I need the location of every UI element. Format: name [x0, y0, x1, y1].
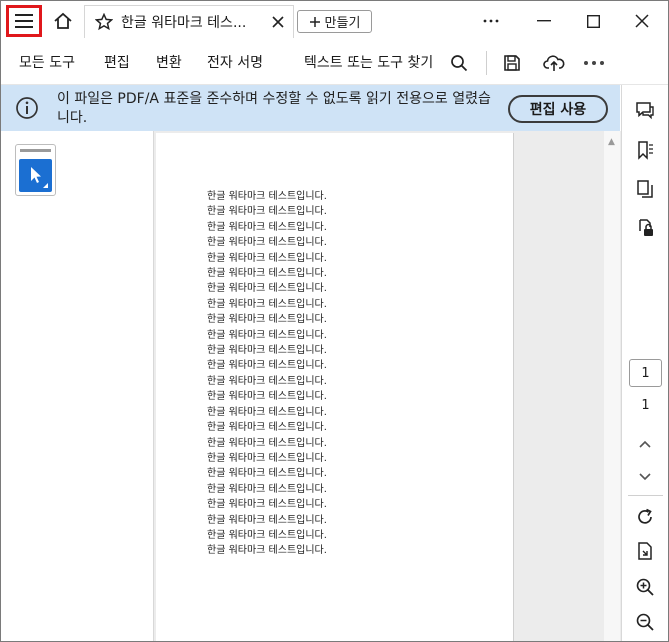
extract-icon[interactable]: [633, 539, 657, 563]
document-line: 한글 워타마크 테스트입니다.: [207, 360, 327, 372]
document-line: 한글 워타마크 테스트입니다.: [207, 191, 327, 202]
plus-icon: [309, 16, 320, 27]
comment-icon[interactable]: [633, 98, 657, 122]
rail-separator: [628, 495, 663, 496]
vertical-scrollbar[interactable]: ▲: [604, 131, 620, 641]
create-button[interactable]: 만들기: [297, 10, 372, 33]
all-tools-menu[interactable]: 모든 도구: [19, 52, 75, 72]
right-rail: 1 1: [621, 85, 668, 641]
copy-icon[interactable]: [633, 177, 657, 201]
document-line: 한글 워타마크 테스트입니다.: [207, 529, 327, 541]
info-icon: [15, 96, 39, 120]
select-tool-button[interactable]: [19, 159, 52, 192]
document-line: 한글 워타마크 테스트입니다.: [207, 437, 327, 449]
save-icon[interactable]: [500, 51, 524, 75]
create-button-label: 만들기: [324, 16, 361, 31]
close-window-button[interactable]: [617, 1, 667, 41]
cloud-upload-icon[interactable]: [542, 51, 566, 75]
document-line: 한글 워타마크 테스트입니다.: [207, 206, 327, 218]
home-button[interactable]: [46, 5, 80, 37]
maximize-button[interactable]: [568, 1, 618, 41]
tab-title: 한글 워타마크 테스...: [121, 15, 247, 31]
scroll-up-icon[interactable]: ▲: [608, 137, 615, 147]
home-icon: [54, 12, 72, 29]
minimize-button[interactable]: [519, 1, 569, 41]
main-toolbar: 모든 도구 편집 변환 전자 서명 텍스트 또는 도구 찾기: [1, 41, 668, 85]
banner-message: 이 파일은 PDF/A 표준을 준수하며 수정할 수 없도록 읽기 전용으로 열…: [57, 91, 491, 126]
zoom-in-icon[interactable]: [633, 575, 657, 599]
document-tab[interactable]: 한글 워타마크 테스...: [84, 5, 294, 38]
chevron-down-icon[interactable]: [633, 465, 657, 489]
thumbnail-panel: [1, 131, 154, 641]
app-window: 한글 워타마크 테스... 만들기 모든 도구 편집 변환 전자 서명 텍스트 …: [0, 0, 669, 642]
document-line: 한글 워타마크 테스트입니다.: [207, 221, 327, 233]
document-line: 한글 워타마크 테스트입니다.: [207, 345, 327, 357]
document-line: 한글 워타마크 테스트입니다.: [207, 422, 327, 434]
lock-icon[interactable]: [633, 216, 657, 240]
bookmark-icon[interactable]: [633, 138, 657, 162]
chevron-up-icon[interactable]: [633, 432, 657, 456]
document-line: 한글 워타마크 테스트입니다.: [207, 514, 327, 526]
tool-search-field[interactable]: 텍스트 또는 도구 찾기: [304, 52, 433, 72]
page-text: 한글 워타마크 테스트입니다. 한글 워타마크 테스트입니다. 한글 워타마크 테스…: [207, 189, 327, 559]
toolbar-separator: [486, 51, 487, 75]
enable-editing-button[interactable]: 편집 사용: [508, 95, 608, 123]
close-tab-icon[interactable]: [271, 14, 285, 33]
document-viewport[interactable]: 한글 워타마크 테스트입니다. 한글 워타마크 테스트입니다. 한글 워타마크 테스…: [154, 131, 622, 641]
convert-menu[interactable]: 변환: [156, 52, 182, 72]
pdf-page: 한글 워타마크 테스트입니다. 한글 워타마크 테스트입니다. 한글 워타마크 테스…: [156, 133, 514, 641]
document-line: 한글 워타마크 테스트입니다.: [207, 483, 327, 495]
document-line: 한글 워타마크 테스트입니다.: [207, 391, 327, 403]
hamburger-icon: [15, 14, 33, 28]
document-line: 한글 워타마크 테스트입니다.: [207, 375, 327, 387]
document-line: 한글 워타마크 테스트입니다.: [207, 406, 327, 418]
e-sign-menu[interactable]: 전자 서명: [207, 52, 263, 72]
document-line: 한글 워타마크 테스트입니다.: [207, 468, 327, 480]
close-icon: [635, 14, 649, 28]
cursor-icon: [31, 167, 48, 188]
zoom-out-icon[interactable]: [633, 610, 657, 634]
maximize-icon: [586, 14, 600, 28]
more-icon: [483, 19, 499, 23]
document-line: 한글 워타마크 테스트입니다.: [207, 268, 327, 280]
more-button[interactable]: [466, 1, 516, 41]
minimize-icon: [537, 20, 551, 22]
document-line: 한글 워타마크 테스트입니다.: [207, 314, 327, 326]
document-line: 한글 워타마크 테스트입니다.: [207, 283, 327, 295]
select-tool-card[interactable]: [15, 144, 56, 196]
menu-button[interactable]: [6, 5, 42, 37]
search-icon[interactable]: [447, 51, 471, 75]
title-bar: 한글 워타마크 테스... 만들기: [1, 1, 668, 41]
edit-menu[interactable]: 편집: [104, 52, 130, 72]
document-line: 한글 워타마크 테스트입니다.: [207, 545, 327, 557]
page-number-input[interactable]: 1: [629, 359, 662, 387]
star-icon[interactable]: [91, 13, 117, 31]
document-line: 한글 워타마크 테스트입니다.: [207, 499, 327, 511]
document-line: 한글 워타마크 테스트입니다.: [207, 329, 327, 341]
more-options-icon[interactable]: [582, 51, 606, 75]
document-line: 한글 워타마크 테스트입니다.: [207, 237, 327, 249]
page-total: 1: [641, 398, 650, 413]
document-line: 한글 워타마크 테스트입니다.: [207, 452, 327, 464]
card-handle: [20, 149, 51, 152]
document-line: 한글 워타마크 테스트입니다.: [207, 298, 327, 310]
document-line: 한글 워타마크 테스트입니다.: [207, 252, 327, 264]
rotate-icon[interactable]: [633, 505, 657, 529]
read-only-banner: 이 파일은 PDF/A 표준을 준수하며 수정할 수 없도록 읽기 전용으로 열…: [1, 85, 620, 131]
